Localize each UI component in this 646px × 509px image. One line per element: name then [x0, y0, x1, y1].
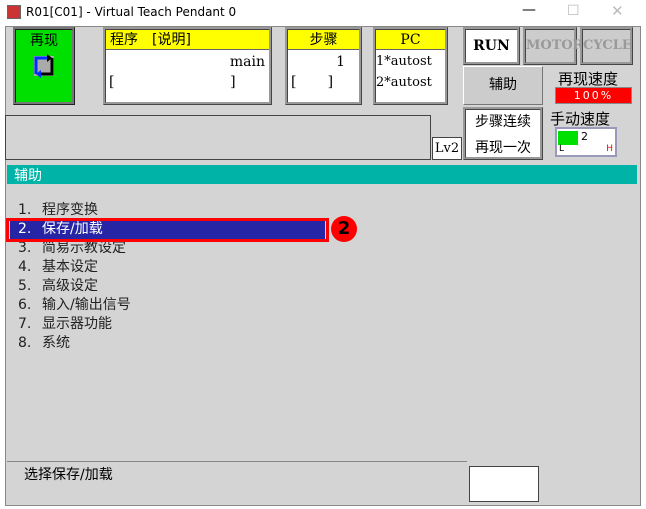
step-mode-line-2: 再现一次	[475, 140, 531, 156]
cycle-arrows-icon	[34, 54, 54, 78]
minimize-button[interactable]: —	[522, 2, 536, 18]
app-icon	[7, 5, 21, 19]
manual-speed-gauge[interactable]: 2 L H	[555, 127, 617, 157]
selection-highlight-frame	[6, 218, 329, 242]
menu-item[interactable]: 4. 基本设定	[18, 258, 98, 277]
menu-item-label: 简易示教设定	[42, 240, 126, 256]
status-box	[469, 466, 539, 502]
step-box[interactable]: 步骤 1 [ ]	[285, 27, 362, 105]
motor-status: MOTOR	[523, 27, 584, 65]
manual-speed-value: 2	[581, 130, 588, 143]
annotation-badge: 2	[331, 216, 357, 242]
mode-label: 再现	[30, 33, 58, 49]
menu-item[interactable]: 5. 高级设定	[18, 277, 98, 296]
manual-speed-high: H	[606, 144, 613, 154]
step-mode-line-1: 步骤连续	[475, 114, 531, 130]
window-title: R01[C01] - Virtual Teach Pendant 0	[26, 5, 237, 19]
pc-box[interactable]: PC 1*autost 2*autost	[373, 27, 448, 105]
status-divider	[7, 461, 467, 462]
panel-title: 辅助	[14, 168, 42, 184]
program-comment: [ ]	[109, 74, 236, 90]
menu-item-label: 系统	[42, 335, 70, 351]
menu-item-label: 高级设定	[42, 278, 98, 294]
maximize-button[interactable]: ☐	[567, 3, 580, 19]
message-area	[5, 115, 431, 160]
title-bar: R01[C01] - Virtual Teach Pendant 0 — ☐ ✕	[0, 0, 646, 26]
step-mode-button[interactable]: 步骤连续 再现一次	[463, 107, 543, 160]
program-box[interactable]: 程序 [说明] main [ ]	[103, 27, 272, 105]
replay-speed-value[interactable]: 100%	[555, 87, 632, 104]
step-comment: [ ]	[291, 74, 334, 90]
menu-item[interactable]: 6. 输入/输出信号	[18, 296, 131, 315]
aux-button[interactable]: 辅助	[463, 66, 543, 105]
panel-title-bar: 辅助	[7, 165, 637, 184]
menu-item[interactable]: 7. 显示器功能	[18, 315, 112, 334]
menu-item-number: 7.	[18, 316, 32, 332]
menu-item-number: 6.	[18, 297, 32, 313]
close-button[interactable]: ✕	[611, 2, 624, 20]
program-name: main	[229, 54, 265, 70]
manual-speed-fill	[558, 131, 578, 145]
menu-item-number: 8.	[18, 335, 32, 351]
manual-speed-low: L	[559, 144, 565, 154]
replay-speed-label: 再现速度	[558, 70, 619, 88]
run-status: RUN	[463, 27, 520, 65]
menu-item[interactable]: 8. 系统	[18, 334, 70, 353]
menu-item-label: 显示器功能	[42, 316, 112, 332]
pc-line-1: 1*autost	[376, 54, 432, 69]
menu-item-number: 4.	[18, 259, 32, 275]
menu-item-label: 基本设定	[42, 259, 98, 275]
menu-item-label: 输入/输出信号	[42, 297, 131, 313]
program-header: 程序 [说明]	[106, 30, 269, 50]
level-indicator: Lv2	[432, 137, 462, 160]
mode-box[interactable]: 再现	[13, 27, 75, 105]
menu-item-number: 5.	[18, 278, 32, 294]
step-value: 1	[336, 54, 345, 70]
menu-item-label: 程序变换	[42, 202, 98, 218]
step-header: 步骤	[288, 30, 359, 50]
status-message: 选择保存/加载	[24, 467, 113, 483]
pc-line-2: 2*autost	[376, 75, 432, 90]
manual-speed-label: 手动速度	[550, 110, 611, 128]
cycle-status: CYCLE	[580, 27, 633, 65]
pc-header: PC	[376, 30, 445, 50]
